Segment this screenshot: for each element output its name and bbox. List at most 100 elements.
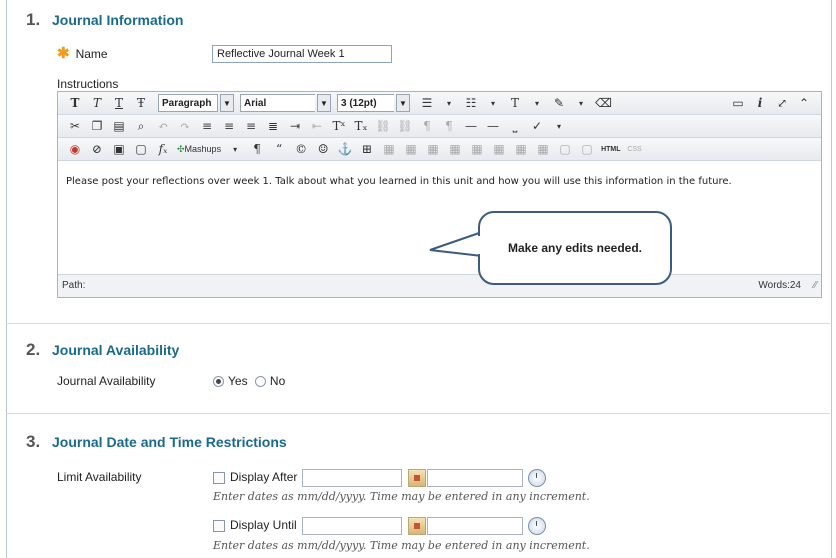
table-box-icon[interactable]: ▢ — [555, 140, 575, 158]
availability-label: Journal Availability — [57, 374, 156, 388]
text-editor: T T T Ŧ Paragraph ▼ Arial ▼ 3 (12pt) ▼ ☰ ▾ … — [57, 91, 822, 298]
image-icon[interactable]: ▣ — [109, 140, 129, 158]
chevron-down-icon[interactable]: ▼ — [317, 94, 331, 112]
toolbar-row-1: T T T Ŧ Paragraph ▼ Arial ▼ 3 (12pt) ▼ ☰ ▾ … — [58, 92, 821, 115]
yes-radio[interactable] — [213, 376, 224, 388]
css-button[interactable]: CSS — [625, 140, 645, 158]
display-after-row: Display After — [213, 470, 297, 484]
display-until-row: Display Until — [213, 518, 297, 532]
highlight-pen-icon[interactable]: ✎ — [549, 94, 569, 112]
mashups-button[interactable]: ✣ Mashups — [175, 140, 223, 158]
display-after-time-input[interactable] — [427, 469, 523, 487]
italic-button[interactable]: T — [87, 94, 107, 112]
ltr-icon[interactable]: ¶ — [417, 117, 437, 135]
eraser-icon[interactable]: ⌫ — [593, 94, 614, 112]
section-number: 1. — [26, 10, 41, 29]
clock-icon[interactable] — [528, 469, 546, 487]
text-style-icon[interactable]: T — [505, 94, 525, 112]
fullscreen-icon[interactable]: ⤢ — [772, 94, 792, 112]
align-center-icon[interactable]: ≡ — [219, 117, 239, 135]
clock-icon[interactable] — [528, 517, 546, 535]
table-row-icon[interactable]: ▦ — [379, 140, 399, 158]
attach-icon[interactable]: ⊘ — [87, 140, 107, 158]
chevron-down-icon[interactable]: ▾ — [225, 140, 245, 158]
table-merge-icon[interactable]: ▦ — [445, 140, 465, 158]
table-split-icon[interactable]: ▦ — [467, 140, 487, 158]
display-until-time-input[interactable] — [427, 517, 523, 535]
nonbreaking-space-icon[interactable]: ⎵ — [505, 117, 525, 135]
anchor-icon[interactable]: ⚓ — [335, 140, 355, 158]
date-hint: Enter dates as mm/dd/yyyy. Time may be e… — [213, 490, 590, 503]
table-props-icon[interactable]: ▦ — [511, 140, 531, 158]
chevron-down-icon[interactable]: ▼ — [220, 94, 234, 112]
copyright-icon[interactable]: © — [291, 140, 311, 158]
table-cell-icon[interactable]: ▦ — [423, 140, 443, 158]
required-icon: ✱ — [57, 45, 70, 62]
preview-icon[interactable]: ▭ — [728, 94, 748, 112]
align-justify-icon[interactable]: ≣ — [263, 117, 283, 135]
find-icon[interactable]: ⌕ — [131, 117, 151, 135]
unlink-icon[interactable]: ⛓ — [395, 117, 415, 135]
link-icon[interactable]: ⛓ — [373, 117, 393, 135]
rtl-icon[interactable]: ¶ — [439, 117, 459, 135]
math-icon[interactable]: fₓ — [153, 140, 173, 158]
undo-icon[interactable]: ↶ — [153, 117, 173, 135]
horizontal-rule-icon[interactable]: — — [461, 117, 481, 135]
info-icon[interactable]: i — [750, 94, 770, 112]
record-icon[interactable]: ◉ — [65, 140, 85, 158]
strikethrough-button[interactable]: Ŧ — [131, 94, 151, 112]
table-col-icon[interactable]: ▦ — [401, 140, 421, 158]
availability-options: Yes No — [213, 374, 285, 388]
emoticon-icon[interactable]: ☺ — [313, 140, 333, 158]
name-label: ✱ Name — [57, 44, 108, 62]
chevron-down-icon[interactable]: ▾ — [549, 117, 569, 135]
indent-icon[interactable]: ⇥ — [285, 117, 305, 135]
bullet-list-icon[interactable]: ☰ — [417, 94, 437, 112]
table-insert-icon[interactable]: ▦ — [533, 140, 553, 158]
instructions-label: Instructions — [57, 77, 119, 91]
copy-icon[interactable]: ❐ — [87, 117, 107, 135]
bold-button[interactable]: T — [65, 94, 85, 112]
chevron-down-icon[interactable]: ▾ — [483, 94, 503, 112]
calendar-icon[interactable] — [408, 469, 426, 487]
numbered-list-icon[interactable]: ☷ — [461, 94, 481, 112]
chevron-down-icon[interactable]: ▾ — [527, 94, 547, 112]
underline-button[interactable]: T — [109, 94, 129, 112]
calendar-icon[interactable] — [408, 517, 426, 535]
subscript-icon[interactable]: Tₓ — [351, 117, 371, 135]
cut-icon[interactable]: ✂ — [65, 117, 85, 135]
align-right-icon[interactable]: ≡ — [241, 117, 261, 135]
align-left-icon[interactable]: ≡ — [197, 117, 217, 135]
paste-icon[interactable]: ▤ — [109, 117, 129, 135]
chevron-down-icon[interactable]: ▾ — [439, 94, 459, 112]
callout-bubble: Make any edits needed. — [478, 211, 672, 285]
date-hint: Enter dates as mm/dd/yyyy. Time may be e… — [213, 539, 590, 552]
display-until-checkbox[interactable] — [213, 519, 225, 532]
quote-icon[interactable]: “ — [269, 140, 289, 158]
chevron-down-icon[interactable]: ▼ — [396, 94, 410, 112]
display-after-date-input[interactable] — [302, 469, 402, 487]
name-input[interactable]: Reflective Journal Week 1 — [212, 45, 392, 63]
format-select[interactable]: Paragraph — [158, 94, 218, 112]
font-select[interactable]: Arial — [240, 94, 315, 112]
size-select[interactable]: 3 (12pt) — [337, 94, 394, 112]
display-until-label: Display Until — [230, 518, 297, 532]
no-radio[interactable] — [254, 376, 266, 388]
spellcheck-icon[interactable]: ✓ — [527, 117, 547, 135]
html-button[interactable]: HTML — [599, 140, 622, 158]
display-after-checkbox[interactable] — [213, 471, 225, 484]
media-icon[interactable]: ▢ — [131, 140, 151, 158]
table-delete-icon[interactable]: ▦ — [489, 140, 509, 158]
display-until-date-input[interactable] — [302, 517, 402, 535]
superscript-icon[interactable]: Tˣ — [329, 117, 349, 135]
chevron-down-icon[interactable]: ▾ — [571, 94, 591, 112]
separator-icon[interactable]: — — [483, 117, 503, 135]
callout-join — [478, 236, 482, 254]
redo-icon[interactable]: ↷ — [175, 117, 195, 135]
resize-handle-icon[interactable]: ⁄⁄ — [814, 280, 817, 291]
collapse-icon[interactable]: ⌃ — [794, 94, 814, 112]
paragraph-icon[interactable]: ¶ — [247, 140, 267, 158]
table-box-icon[interactable]: ▢ — [577, 140, 597, 158]
table-icon[interactable]: ⊞ — [357, 140, 377, 158]
outdent-icon[interactable]: ⇤ — [307, 117, 327, 135]
